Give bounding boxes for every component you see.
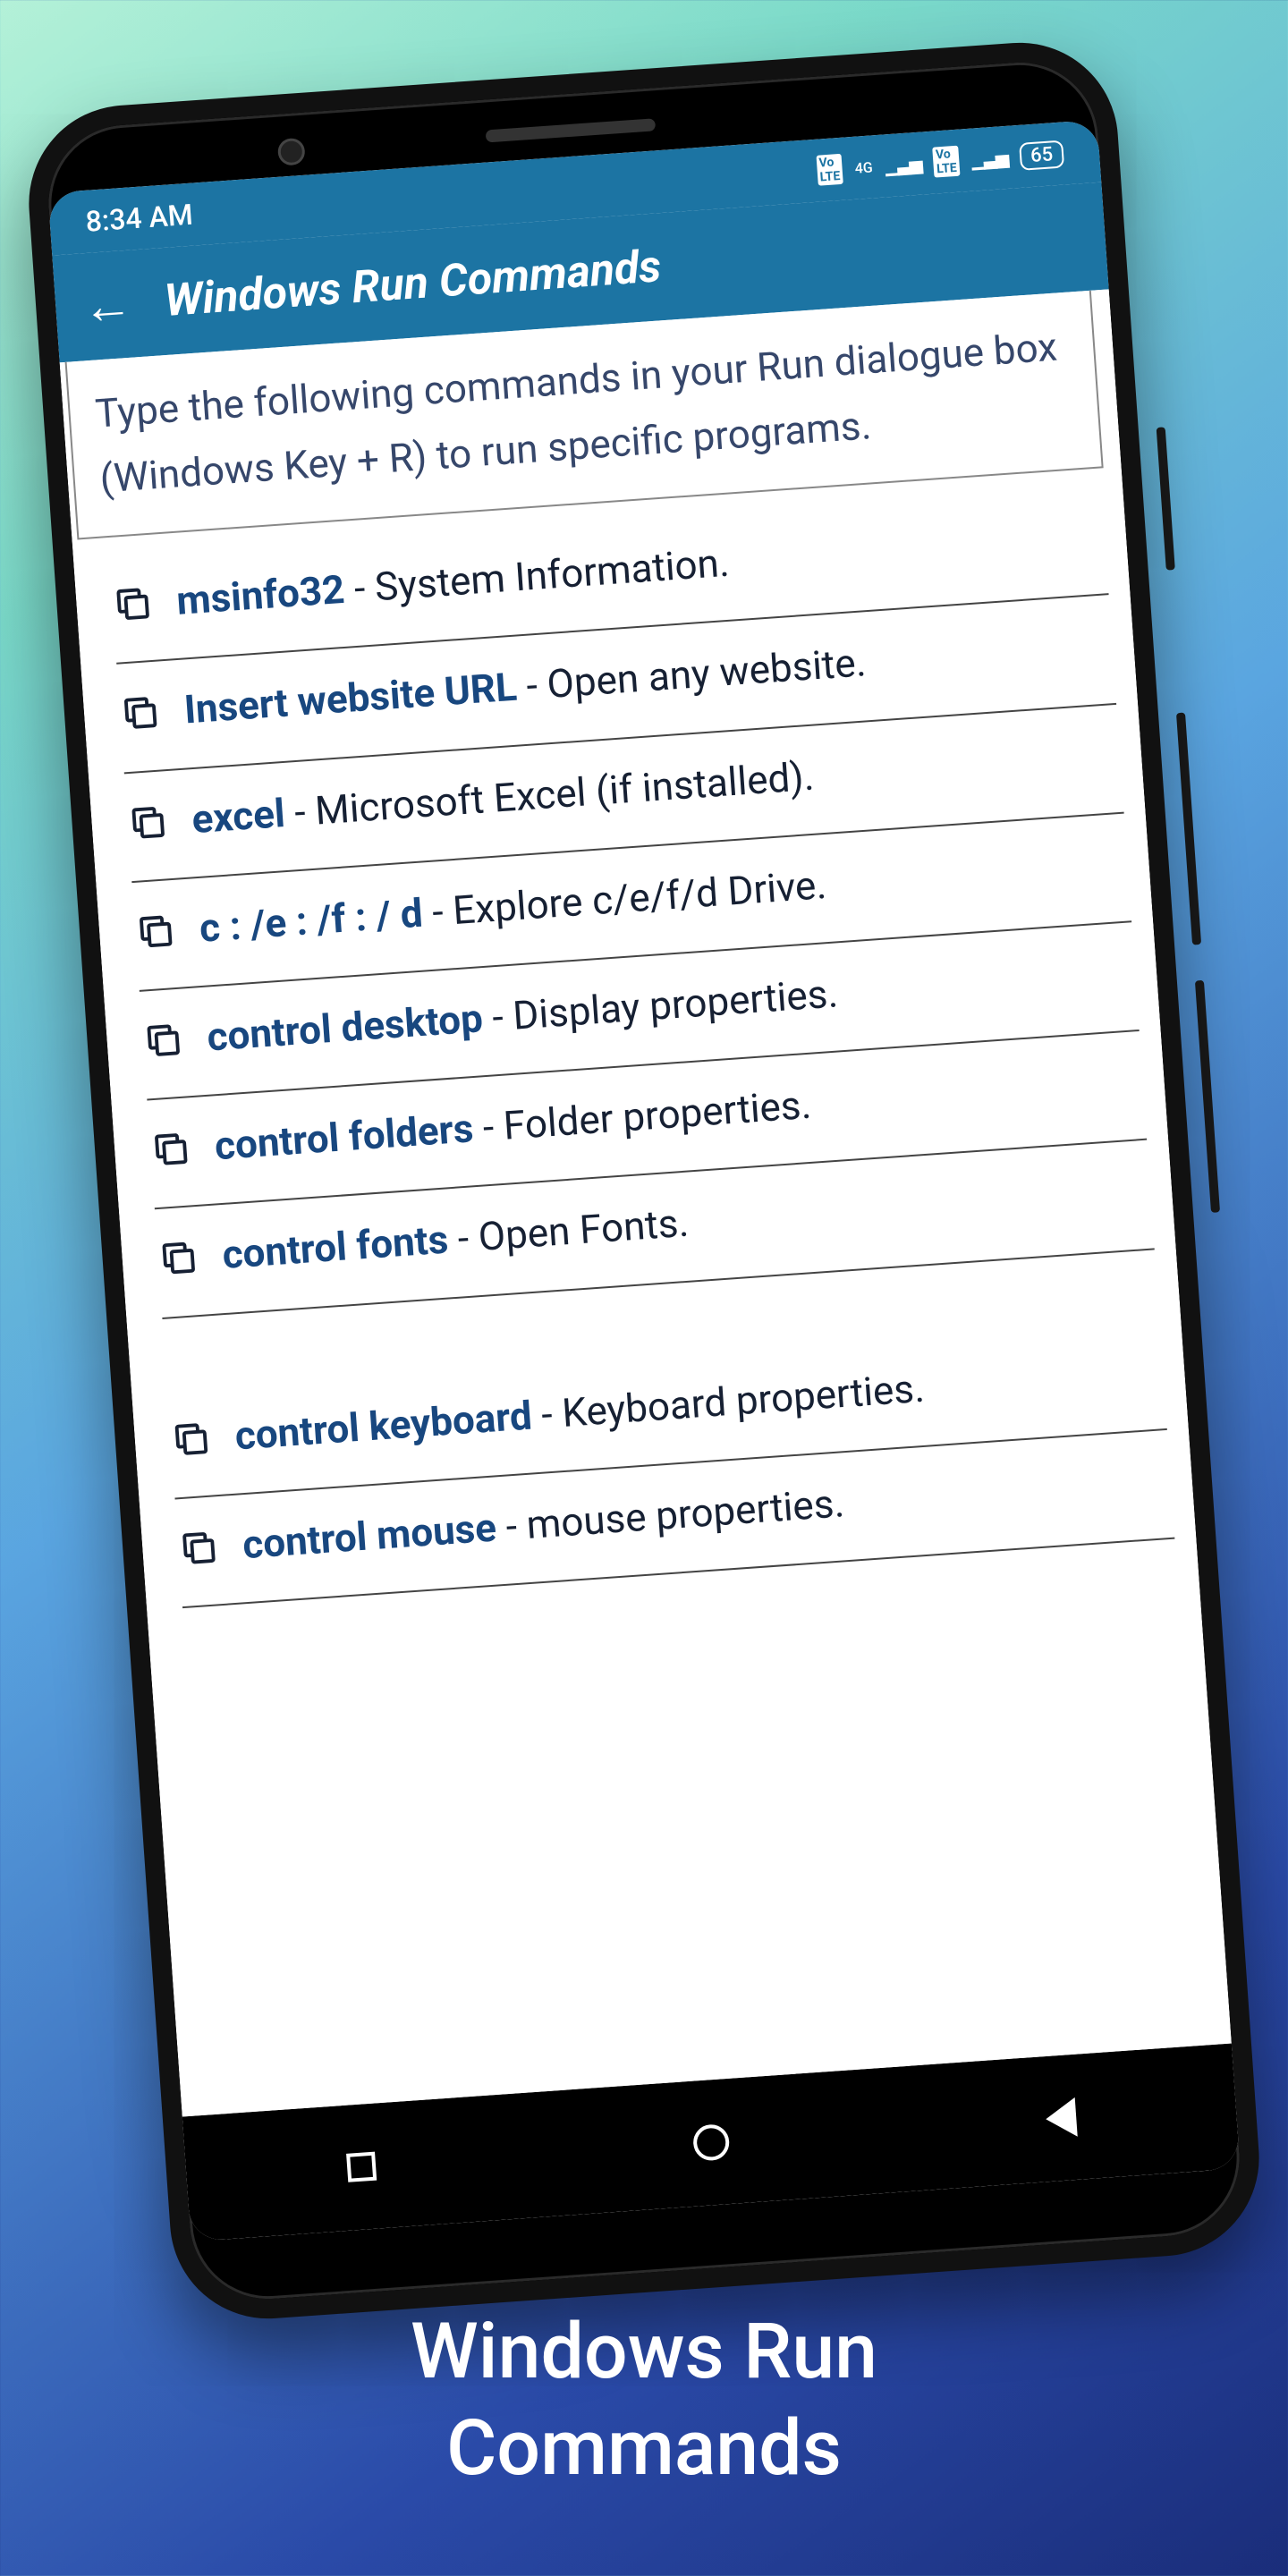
command-description: Open any website. [546, 640, 868, 708]
promo-line-1: Windows Run [0, 2303, 1288, 2400]
command-description: Explore c/e/f/d Drive. [452, 861, 828, 934]
copy-icon[interactable] [157, 1233, 202, 1297]
copy-icon[interactable] [118, 689, 164, 752]
volume-up-mock [1176, 713, 1201, 945]
command-name: control desktop [206, 995, 485, 1060]
phone-speaker [486, 118, 657, 142]
copy-icon[interactable] [141, 1015, 187, 1079]
command-description: Open Fonts. [477, 1199, 691, 1260]
command-description: Display properties. [512, 970, 840, 1038]
status-time: 8:34 AM [84, 198, 194, 239]
command-list: msinfo32 - System Information. Insert we… [73, 485, 1196, 1611]
command-name: control keyboard [233, 1392, 533, 1459]
promo-line-2: Commands [0, 2400, 1288, 2496]
command-description: Keyboard properties. [561, 1364, 927, 1436]
phone-camera [277, 138, 306, 166]
promo-caption: Windows Run Commands [0, 2303, 1288, 2496]
volume-down-mock [1195, 980, 1220, 1213]
status-right: VoLTE 4G ▁▃▅ VoLTE ▁▃▅ 65 [816, 139, 1064, 186]
command-name: control fonts [221, 1216, 450, 1279]
content-area[interactable]: Type the following commands in your Run … [60, 289, 1232, 2116]
command-description: Folder properties. [502, 1081, 812, 1149]
command-name: control mouse [241, 1504, 497, 1568]
command-description: mouse properties. [525, 1479, 846, 1548]
command-name: msinfo32 [175, 566, 346, 624]
network-4g: 4G [854, 158, 873, 176]
phone-frame: 8:34 AM VoLTE 4G ▁▃▅ VoLTE ▁▃▅ 65 ← Wind… [22, 36, 1266, 2325]
signal-icon-2: ▁▃▅ [970, 147, 1008, 171]
command-description: Microsoft Excel (if installed). [313, 752, 815, 834]
copy-icon[interactable] [111, 580, 157, 643]
signal-icon: ▁▃▅ [885, 153, 922, 177]
command-description: System Information. [373, 539, 731, 611]
volte-icon-2: VoLTE [932, 146, 960, 178]
command-name: c : /e : /f : / d [198, 889, 424, 951]
copy-icon[interactable] [126, 798, 172, 861]
copy-icon[interactable] [177, 1523, 223, 1587]
back-arrow-icon[interactable]: ← [80, 275, 134, 337]
command-name: excel [191, 790, 286, 843]
nav-home-button[interactable] [686, 2118, 736, 2168]
nav-back-button[interactable] [1036, 2093, 1086, 2143]
copy-icon[interactable] [149, 1124, 195, 1188]
copy-icon[interactable] [133, 907, 179, 970]
phone-mockup: 8:34 AM VoLTE 4G ▁▃▅ VoLTE ▁▃▅ 65 ← Wind… [22, 36, 1266, 2325]
nav-recent-button[interactable] [336, 2142, 386, 2192]
phone-screen: 8:34 AM VoLTE 4G ▁▃▅ VoLTE ▁▃▅ 65 ← Wind… [47, 120, 1240, 2241]
copy-icon[interactable] [169, 1414, 215, 1478]
volte-icon: VoLTE [816, 154, 843, 186]
battery-indicator: 65 [1019, 140, 1064, 170]
command-name: Insert website URL [182, 664, 518, 733]
power-button-mock [1157, 427, 1175, 570]
page-title: Windows Run Commands [163, 241, 663, 327]
command-name: control folders [213, 1105, 475, 1169]
